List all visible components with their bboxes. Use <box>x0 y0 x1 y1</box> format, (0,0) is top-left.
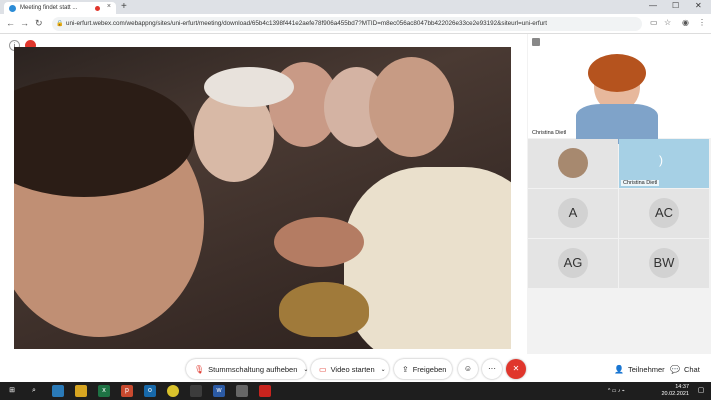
browser-tab[interactable]: Meeting findet statt ... × <box>4 2 116 14</box>
taskbar-clock[interactable]: 14:37 20.02.2021 <box>661 384 689 398</box>
cast-icon[interactable]: ▭ <box>650 18 658 27</box>
profile-icon[interactable]: ◉ <box>682 18 689 27</box>
url-input[interactable]: 🔒 uni-erfurt.webex.com/webappng/sites/un… <box>52 17 642 31</box>
browser-tab-strip: Meeting findet statt ... × + — ☐ ✕ <box>0 0 711 14</box>
windows-start-icon[interactable]: ⊞ <box>6 385 18 397</box>
app-icon[interactable] <box>236 385 248 397</box>
avatar: AC <box>649 198 679 228</box>
avatar: A <box>558 198 588 228</box>
participant-tile[interactable]: BW <box>619 239 709 288</box>
muted-mic-icon: 🎙 <box>194 364 205 374</box>
edge-icon[interactable] <box>52 385 64 397</box>
reload-button[interactable]: ↻ <box>35 18 43 29</box>
share-button[interactable]: ⇪ Freigeben <box>394 359 452 379</box>
search-icon[interactable]: ⌕ <box>28 385 40 397</box>
participant-name-label: Christina Dietl <box>621 180 660 186</box>
outlook-icon[interactable]: o <box>144 385 156 397</box>
clock-date: 20.02.2021 <box>661 391 689 397</box>
more-options-button[interactable]: ··· <box>482 359 502 379</box>
system-tray-icon[interactable]: ^ ▭ ♪ ⌁ <box>608 385 648 397</box>
lock-icon: 🔒 <box>56 21 64 27</box>
speaking-icon: ) <box>659 153 663 167</box>
participant-tile[interactable]: AG <box>528 239 618 288</box>
chat-button[interactable]: 💬 Chat <box>668 359 704 379</box>
avatar: BW <box>649 248 679 278</box>
bookmark-star-icon[interactable]: ☆ <box>664 18 671 27</box>
participants-button[interactable]: 👤 Teilnehmer <box>612 359 665 379</box>
forward-button[interactable]: → <box>20 18 29 28</box>
minimize-button[interactable]: — <box>649 1 657 10</box>
chat-label: Chat <box>683 364 700 374</box>
reactions-icon[interactable]: ☺ <box>458 359 478 379</box>
back-button[interactable]: ← <box>6 18 15 28</box>
unmute-button[interactable]: 🎙 Stummschaltung aufheben ⌄ <box>186 359 308 379</box>
self-video: Christina Dietl <box>528 34 711 144</box>
excel-icon[interactable]: x <box>98 385 110 397</box>
white-hair <box>204 67 294 107</box>
participant-tile[interactable] <box>528 139 618 188</box>
leave-meeting-button[interactable]: ✕ <box>506 359 526 379</box>
chat-icon: 💬 <box>670 364 680 374</box>
windows-taskbar: ⊞ ⌕ x p o w ^ ▭ ♪ ⌁ 14:37 20.02.2021 ▢ <box>0 382 711 400</box>
unmute-label: Stummschaltung aufheben <box>208 364 298 374</box>
tab-title: Meeting findet statt ... <box>20 5 78 11</box>
self-hair <box>588 54 646 92</box>
chrome-icon[interactable] <box>167 385 179 397</box>
powerpoint-icon[interactable]: p <box>121 385 133 397</box>
address-bar-row: ← → ↻ 🔒 uni-erfurt.webex.com/webappng/si… <box>0 14 711 34</box>
participants-label: Teilnehmer <box>627 364 665 374</box>
video-off-icon: ▭ <box>319 364 327 374</box>
start-video-button[interactable]: ▭ Video starten ⌄ <box>311 359 389 379</box>
chevron-down-icon[interactable]: ⌄ <box>381 366 386 373</box>
start-video-label: Video starten <box>330 364 375 374</box>
people-icon: 👤 <box>614 364 624 374</box>
acrobat-icon[interactable] <box>259 385 271 397</box>
new-tab-button[interactable]: + <box>121 1 127 12</box>
participant-tile[interactable]: A <box>528 189 618 238</box>
participant-tile[interactable]: ) Christina Dietl <box>619 139 709 188</box>
vestment <box>344 167 511 349</box>
avatar: AG <box>558 248 588 278</box>
chevron-down-icon[interactable]: ⌄ <box>303 366 308 373</box>
notification-icon[interactable]: ▢ <box>695 385 707 397</box>
word-icon[interactable]: w <box>213 385 225 397</box>
self-shirt <box>576 104 658 144</box>
chalice <box>279 282 369 337</box>
app-icon[interactable] <box>190 385 202 397</box>
webex-favicon-icon <box>9 4 16 12</box>
shared-video <box>14 47 511 349</box>
background-face <box>369 57 454 157</box>
self-name-label: Christina Dietl <box>530 130 569 136</box>
share-label: Freigeben <box>412 364 447 374</box>
shared-content-stage: i <box>0 34 527 354</box>
menu-icon[interactable]: ⋮ <box>698 18 706 27</box>
tab-close-icon[interactable]: × <box>107 3 111 10</box>
clock-time: 14:37 <box>675 384 689 390</box>
participant-tile[interactable]: AC <box>619 189 709 238</box>
recording-indicator-icon <box>95 5 100 11</box>
avatar <box>558 148 588 178</box>
window-close-button[interactable]: ✕ <box>695 1 702 10</box>
participant-panel: Christina Dietl ) Christina Dietl A AC A… <box>527 34 711 354</box>
minimize-self-icon[interactable] <box>532 38 540 46</box>
url-text: uni-erfurt.webex.com/webappng/sites/uni-… <box>66 20 547 27</box>
meeting-toolbar: 🎙 Stummschaltung aufheben ⌄ ▭ Video star… <box>0 354 711 382</box>
hand <box>274 217 364 267</box>
maximize-button[interactable]: ☐ <box>672 1 679 10</box>
share-icon: ⇪ <box>402 364 409 374</box>
file-explorer-icon[interactable] <box>75 385 87 397</box>
